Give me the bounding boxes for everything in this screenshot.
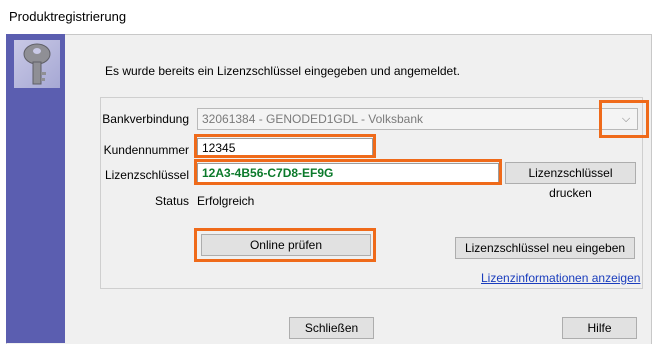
license-info-link[interactable]: Lizenzinformationen anzeigen — [481, 271, 640, 285]
dropdown-highlight — [599, 100, 649, 138]
close-button[interactable]: Schließen — [289, 317, 374, 339]
customer-highlight — [194, 134, 376, 158]
bank-combobox[interactable]: 32061384 - GENODED1GDL - Volksbank — [197, 108, 638, 130]
help-button[interactable]: Hilfe — [562, 317, 637, 339]
customer-label: Kundennummer — [103, 143, 189, 157]
license-label: Lizenzschlüssel — [104, 168, 189, 182]
bank-label: Bankverbindung — [102, 112, 189, 126]
key-icon — [14, 40, 60, 88]
window-title: Produktregistrierung — [9, 9, 127, 24]
print-license-button[interactable]: Lizenzschlüssel drucken — [505, 162, 636, 200]
license-highlight — [194, 159, 502, 185]
intro-text: Es wurde bereits ein Lizenzschlüssel ein… — [105, 64, 460, 78]
status-value: Erfolgreich — [197, 194, 255, 208]
online-check-highlight — [194, 228, 376, 262]
reenter-license-button[interactable]: Lizenzschlüssel neu eingeben — [455, 237, 635, 259]
status-label: Status — [154, 194, 189, 208]
